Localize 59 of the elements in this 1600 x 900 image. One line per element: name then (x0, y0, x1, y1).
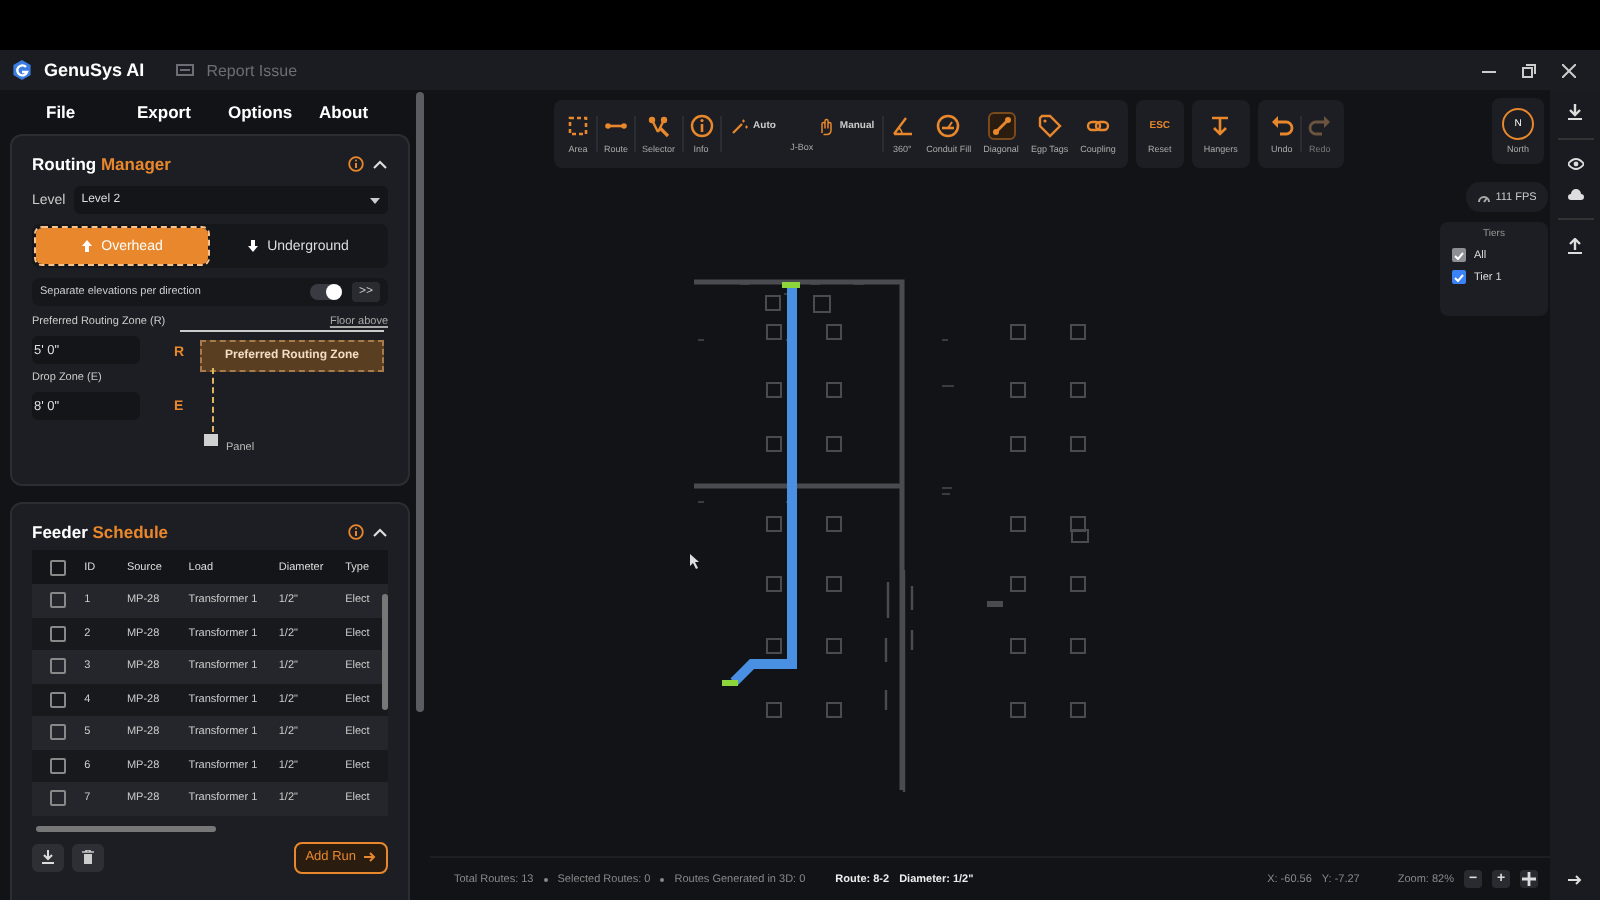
magic-wand-icon (729, 117, 748, 135)
download-icon (42, 850, 54, 864)
close-icon[interactable] (1562, 63, 1576, 77)
selector-icon (646, 114, 671, 138)
checkbox[interactable] (50, 691, 67, 708)
down-arrow-icon (247, 240, 258, 252)
redo-icon (1307, 114, 1332, 138)
fit-view-button[interactable] (1520, 870, 1538, 888)
trash-icon (82, 850, 94, 864)
info-icon[interactable] (348, 156, 364, 172)
angle-icon (890, 114, 915, 138)
drop-line (212, 368, 214, 432)
download-icon[interactable] (1568, 104, 1582, 120)
logo-icon (12, 60, 32, 80)
up-arrow-icon (81, 240, 92, 252)
info-icon[interactable] (348, 524, 364, 540)
panel-title: Routing Manager (32, 154, 171, 174)
hanger-icon (1208, 114, 1233, 138)
menu-item[interactable]: About (319, 102, 410, 122)
speedometer-icon (1477, 191, 1490, 203)
area-select-icon (566, 114, 590, 138)
menu-item[interactable]: Options (228, 102, 319, 122)
app-title: GenuSys AI (44, 60, 145, 80)
restore-icon[interactable] (1522, 63, 1536, 77)
panel-title: Feeder Schedule (32, 522, 169, 542)
hand-icon (815, 117, 834, 135)
menu-item[interactable]: File (46, 102, 137, 122)
collapse-icon[interactable] (372, 524, 388, 540)
move-icon (1522, 872, 1536, 886)
undo-icon (1269, 114, 1294, 138)
delete-button[interactable] (72, 843, 104, 871)
caret-icon (370, 197, 380, 203)
cursor-icon (690, 554, 699, 569)
arrow-right-icon (364, 852, 376, 862)
menu-item[interactable]: Export (137, 102, 228, 122)
download-button[interactable] (32, 843, 64, 871)
checkbox[interactable] (50, 658, 67, 675)
arrow-right-icon[interactable] (1568, 874, 1582, 886)
upload-icon[interactable] (1568, 238, 1582, 254)
panel-box (204, 434, 218, 446)
scrollbar[interactable] (382, 594, 388, 710)
diagonal-icon (989, 114, 1014, 138)
tag-icon (1037, 114, 1062, 138)
checkbox[interactable] (50, 790, 67, 807)
gauge-icon (936, 114, 961, 138)
eye-icon[interactable] (1567, 158, 1583, 170)
checkbox[interactable] (50, 724, 67, 741)
cloud-icon[interactable] (1567, 188, 1583, 200)
scrollbar[interactable] (36, 825, 216, 831)
report-icon (176, 64, 195, 76)
toggle-switch[interactable] (310, 284, 342, 300)
checkbox[interactable] (50, 757, 67, 774)
checkbox[interactable] (50, 625, 67, 642)
collapse-icon[interactable] (372, 156, 388, 172)
conduit-path[interactable] (722, 282, 800, 686)
checkbox[interactable] (50, 559, 67, 575)
scrollbar[interactable] (416, 92, 424, 712)
checkbox[interactable] (50, 592, 67, 609)
info-icon (689, 114, 714, 138)
